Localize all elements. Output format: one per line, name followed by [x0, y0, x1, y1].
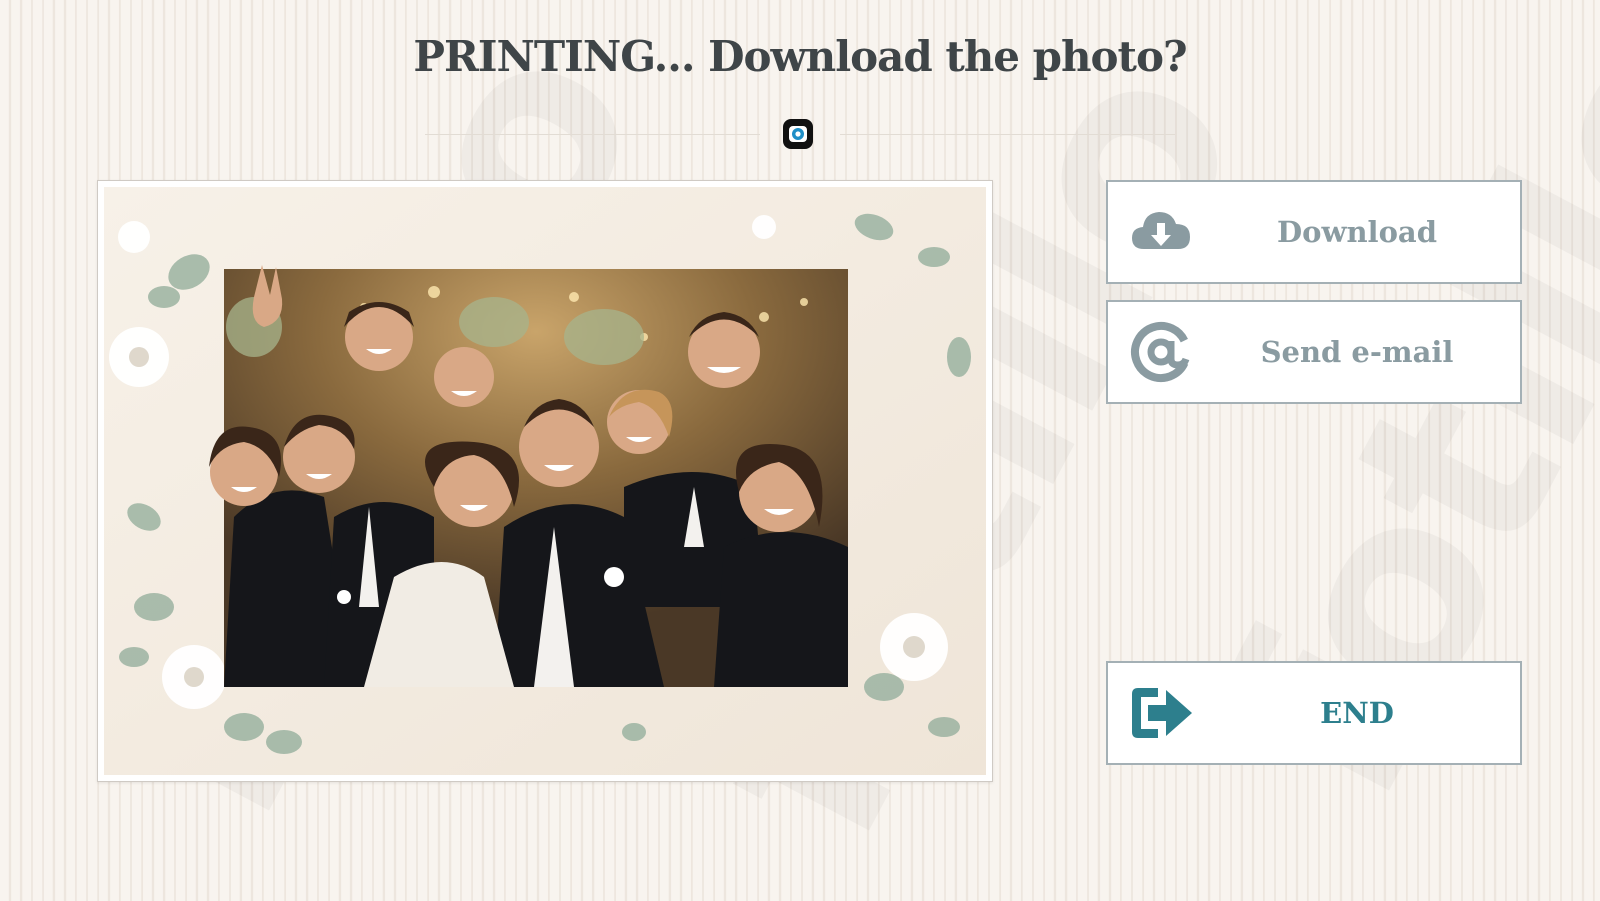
title-divider-left: [425, 134, 760, 135]
download-button[interactable]: Download: [1106, 180, 1522, 284]
cloud-download-icon: [1132, 212, 1190, 249]
title-divider-right: [840, 134, 1175, 135]
end-label: END: [1320, 696, 1394, 730]
photo-preview: [97, 180, 993, 782]
download-label: Download: [1277, 215, 1437, 249]
send-email-label: Send e-mail: [1260, 335, 1454, 369]
end-button[interactable]: END: [1106, 661, 1522, 765]
at-sign-icon: [1131, 322, 1191, 382]
camera-logo-icon: [783, 119, 813, 149]
exit-arrow-icon: [1132, 688, 1192, 738]
wedding-group-photo: [104, 187, 986, 775]
page-title: PRINTING... Download the photo?: [413, 32, 1187, 81]
send-email-button[interactable]: Send e-mail: [1106, 300, 1522, 404]
